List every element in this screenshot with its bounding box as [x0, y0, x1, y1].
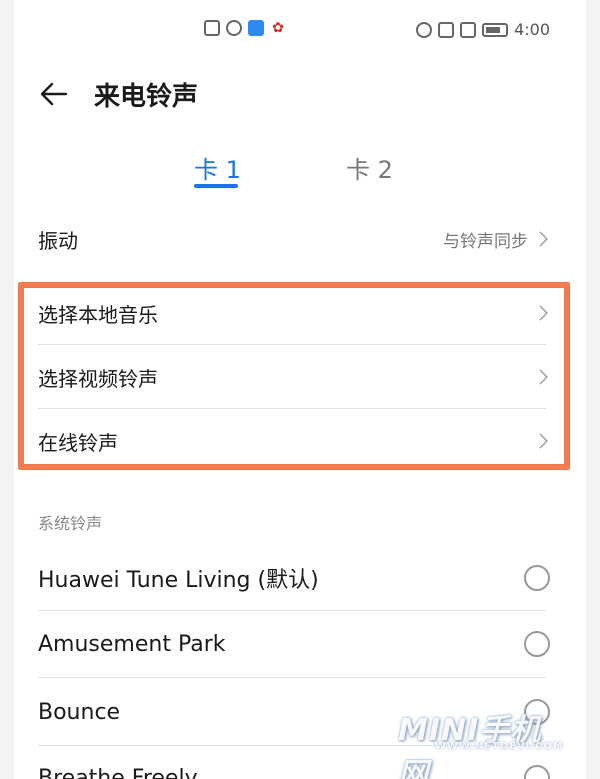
page-title: 来电铃声: [94, 82, 199, 112]
sim-icon: [204, 20, 220, 36]
radio-button-icon[interactable]: [524, 631, 550, 657]
cloud-icon: [248, 20, 264, 36]
online-ringtone-row[interactable]: 在线铃声: [38, 424, 550, 458]
status-time: 4:00: [514, 20, 550, 39]
radio-button-icon[interactable]: [524, 699, 550, 725]
status-bar: ✿ 4:00: [14, 0, 586, 62]
online-ringtone-label: 在线铃声: [38, 430, 118, 455]
vibration-value: 与铃声同步: [443, 231, 528, 252]
vibration-label: 振动: [38, 228, 78, 253]
tab-sim-2[interactable]: 卡 2: [346, 150, 393, 185]
ringtone-label: Bounce: [38, 699, 121, 725]
headphones-icon: [438, 21, 455, 38]
chevron-right-icon: [539, 305, 549, 321]
divider: [38, 610, 546, 611]
eye-icon: [416, 21, 433, 38]
divider: [38, 408, 546, 409]
tab-sim-1[interactable]: 卡 1: [194, 150, 241, 185]
select-video-ringtone-row[interactable]: 选择视频铃声: [38, 360, 550, 394]
chevron-right-icon: [539, 433, 549, 449]
ringtone-label: Huawei Tune Living (默认): [38, 568, 319, 593]
divider: [38, 677, 546, 678]
select-local-music-row[interactable]: 选择本地音乐: [38, 296, 550, 330]
ringtone-settings-page: ✿ 4:00 来电铃声 卡 1 卡 2 振动 与铃声同步 选择本地音乐 选择视频…: [14, 0, 586, 779]
wifi-icon: [226, 20, 242, 36]
divider: [38, 344, 546, 345]
system-ringtones-header: 系统铃声: [38, 514, 103, 533]
active-tab-indicator: [194, 184, 238, 188]
ringtone-label: Amusement Park: [38, 631, 226, 657]
status-bar-right-icons: 4:00: [416, 20, 550, 39]
watermark-sub: WWW.NETDEVI.COM: [434, 741, 564, 752]
header: 来电铃声: [14, 70, 586, 118]
ringtone-label: Breathe Freely: [38, 765, 198, 779]
ringtone-item[interactable]: Bounce: [38, 694, 550, 730]
divider: [38, 745, 546, 746]
radio-button-icon[interactable]: [524, 765, 550, 779]
status-bar-left-icons: ✿: [204, 20, 286, 36]
chevron-right-icon: [539, 231, 549, 247]
battery-icon: [482, 22, 509, 37]
vibrate-icon: [460, 21, 477, 38]
ringtone-item[interactable]: Huawei Tune Living (默认): [38, 560, 550, 596]
radio-button-icon[interactable]: [524, 565, 550, 591]
sim-tabs: 卡 1 卡 2: [14, 150, 586, 194]
select-video-ringtone-label: 选择视频铃声: [38, 366, 158, 391]
ringtone-item[interactable]: Amusement Park: [38, 626, 550, 662]
select-local-music-label: 选择本地音乐: [38, 302, 158, 327]
huawei-logo-icon: ✿: [272, 20, 284, 36]
chevron-right-icon: [539, 369, 549, 385]
back-arrow-icon[interactable]: [38, 78, 70, 110]
ringtone-item[interactable]: Breathe Freely: [38, 760, 550, 779]
vibration-row[interactable]: 振动 与铃声同步: [38, 222, 550, 256]
